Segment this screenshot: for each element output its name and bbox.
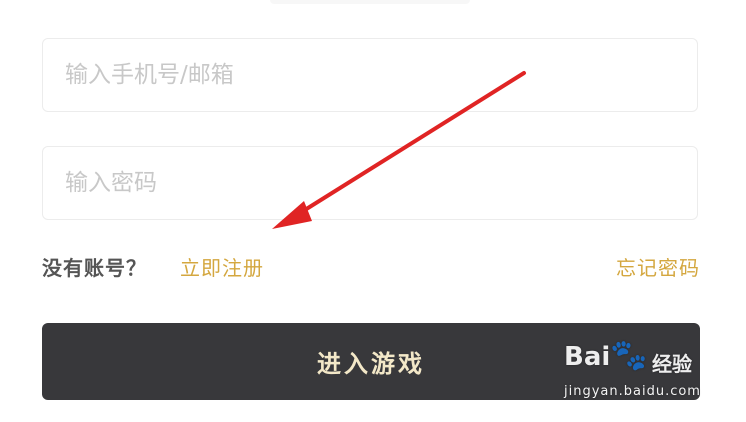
register-link[interactable]: 立即注册 [180,252,264,281]
no-account-label: 没有账号？ [42,256,147,280]
watermark-brand-suffix: 经验 [652,352,692,376]
paw-icon: 🐾 [610,338,648,373]
watermark-brand: Bai [564,342,611,372]
forgot-password-link[interactable]: 忘记密码 [616,252,700,281]
password-field[interactable] [42,146,698,220]
baidu-jingyan-watermark: Bai 🐾 经验 jingyan.baidu.com [564,338,704,408]
phone-email-field[interactable] [42,38,698,112]
top-cropped-text [270,0,470,4]
login-page: 没有账号？ 立即注册 忘记密码 进入游戏 Bai 🐾 经验 jingyan.ba… [0,0,746,422]
account-links-row: 没有账号？ 立即注册 忘记密码 [42,250,700,282]
password-input[interactable] [43,147,697,219]
watermark-url: jingyan.baidu.com [564,384,701,399]
phone-email-input[interactable] [43,39,697,111]
